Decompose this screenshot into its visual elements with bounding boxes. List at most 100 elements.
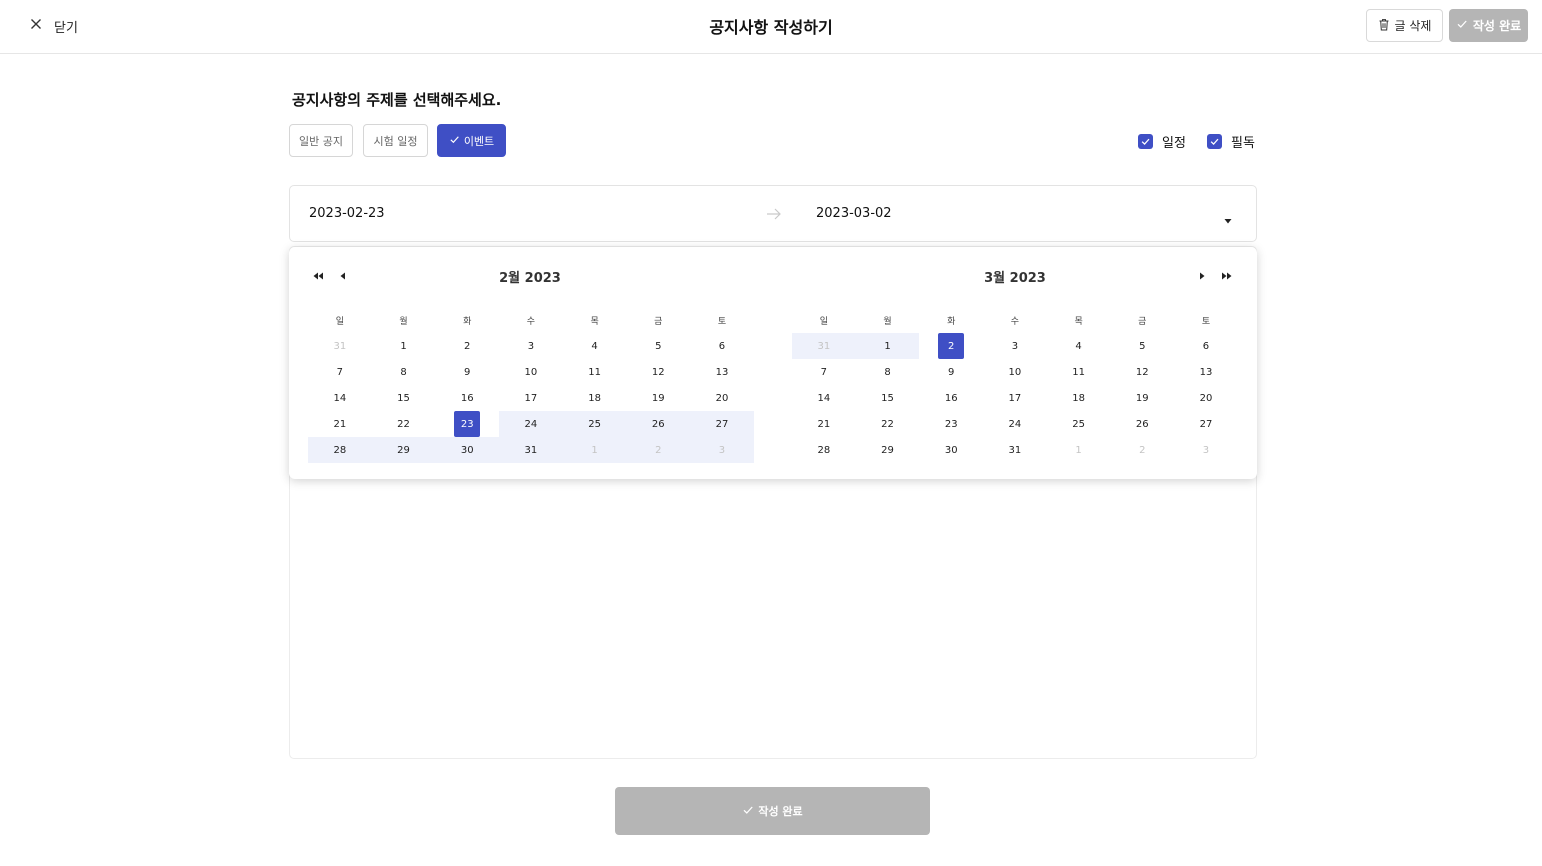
calendar-day[interactable]: 2: [1110, 437, 1174, 463]
weekday-label: 목: [1074, 316, 1083, 327]
end-date-input[interactable]: 2023-03-02: [816, 206, 892, 221]
next-year-button[interactable]: [1219, 267, 1235, 283]
calendar-day[interactable]: 17: [499, 385, 563, 411]
calendar-day[interactable]: 28: [308, 437, 372, 463]
calendar-day[interactable]: 25: [1047, 411, 1111, 437]
week-row: 28 29 30 31 1 2 3: [792, 437, 1238, 463]
calendar-day[interactable]: 18: [563, 385, 627, 411]
calendar-day[interactable]: 11: [1047, 359, 1111, 385]
calendar-day[interactable]: 3: [499, 333, 563, 359]
calendar-day[interactable]: 25: [562, 411, 627, 437]
calendar-day[interactable]: 24: [983, 411, 1047, 437]
calendar-day[interactable]: 14: [792, 385, 856, 411]
calendar-day[interactable]: 1: [855, 333, 920, 359]
complete-button-top[interactable]: 작성 완료: [1449, 9, 1528, 42]
calendar-day[interactable]: 16: [435, 385, 499, 411]
calendar-day[interactable]: 4: [1047, 333, 1111, 359]
calendar-day[interactable]: 22: [856, 411, 920, 437]
calendar-day[interactable]: 30: [435, 437, 500, 463]
weekday-label: 월: [883, 316, 892, 327]
checkbox-checked-icon[interactable]: [1138, 134, 1153, 149]
calendar-day-range-start[interactable]: 23: [435, 411, 499, 437]
weekday-label: 일: [335, 316, 344, 327]
calendar-day[interactable]: 16: [919, 385, 983, 411]
calendar-day[interactable]: 28: [792, 437, 856, 463]
caret-down-icon[interactable]: [1223, 210, 1233, 224]
calendar-day[interactable]: 23: [919, 411, 983, 437]
calendar-day[interactable]: 7: [792, 359, 856, 385]
calendar-day[interactable]: 13: [690, 359, 754, 385]
calendar-day[interactable]: 31: [308, 333, 372, 359]
calendar-day[interactable]: 4: [563, 333, 627, 359]
prev-month-button[interactable]: [335, 267, 351, 283]
calendar-day[interactable]: 20: [1174, 385, 1238, 411]
calendar-day[interactable]: 29: [856, 437, 920, 463]
schedule-label: 일정: [1162, 136, 1186, 151]
calendar-day[interactable]: 18: [1047, 385, 1111, 411]
chip-general-notice[interactable]: 일반 공지: [289, 124, 353, 157]
calendar-day[interactable]: 20: [690, 385, 754, 411]
calendar-day[interactable]: 1: [562, 437, 627, 463]
calendar-day[interactable]: 12: [626, 359, 690, 385]
delete-label: 글 삭제: [1394, 19, 1432, 33]
calendar-day[interactable]: 31: [792, 333, 856, 359]
calendar-day[interactable]: 12: [1110, 359, 1174, 385]
calendar-day[interactable]: 5: [626, 333, 690, 359]
chevron-right-icon: [1196, 266, 1208, 285]
calendar-day[interactable]: 10: [983, 359, 1047, 385]
calendar-day[interactable]: 22: [372, 411, 436, 437]
calendar-day[interactable]: 3: [690, 437, 754, 463]
calendar-day[interactable]: 19: [626, 385, 690, 411]
chip-exam-schedule[interactable]: 시험 일정: [363, 124, 428, 157]
calendar-day[interactable]: 7: [308, 359, 372, 385]
calendar-day-range-end[interactable]: 2: [919, 333, 983, 359]
checkbox-checked-icon[interactable]: [1207, 134, 1222, 149]
calendar-day[interactable]: 21: [792, 411, 856, 437]
prev-year-button[interactable]: [310, 267, 326, 283]
required-read-checkbox[interactable]: 필독: [1207, 132, 1255, 151]
calendar-day[interactable]: 6: [690, 333, 754, 359]
chip-event[interactable]: 이벤트: [437, 124, 506, 157]
calendar-day[interactable]: 9: [919, 359, 983, 385]
calendar-day[interactable]: 19: [1110, 385, 1174, 411]
schedule-checkbox[interactable]: 일정: [1138, 132, 1186, 151]
calendar-day[interactable]: 14: [308, 385, 372, 411]
calendar-day[interactable]: 26: [626, 411, 691, 437]
check-icon: [742, 804, 754, 819]
calendar-day[interactable]: 17: [983, 385, 1047, 411]
calendar-day[interactable]: 2: [435, 333, 499, 359]
calendar-day[interactable]: 8: [372, 359, 436, 385]
complete-button-bottom[interactable]: 작성 완료: [615, 787, 930, 835]
week-row: 14 15 16 17 18 19 20: [792, 385, 1238, 411]
calendar-day[interactable]: 11: [563, 359, 627, 385]
delete-post-button[interactable]: 글 삭제: [1366, 9, 1443, 42]
calendar-day[interactable]: 2: [626, 437, 691, 463]
calendar-day[interactable]: 31: [499, 437, 563, 463]
calendar-day[interactable]: 30: [919, 437, 983, 463]
next-month-button[interactable]: [1194, 267, 1210, 283]
calendar-day[interactable]: 10: [499, 359, 563, 385]
calendar-day[interactable]: 8: [856, 359, 920, 385]
calendar-day[interactable]: 9: [435, 359, 499, 385]
calendar-day[interactable]: 27: [1174, 411, 1238, 437]
selected-day-marker[interactable]: 2: [938, 333, 965, 359]
calendar-day[interactable]: 31: [983, 437, 1047, 463]
check-icon: [1456, 18, 1468, 33]
calendar-day[interactable]: 26: [1110, 411, 1174, 437]
calendar-day[interactable]: 15: [856, 385, 920, 411]
calendar-day[interactable]: 13: [1174, 359, 1238, 385]
calendar-day[interactable]: 3: [983, 333, 1047, 359]
calendar-day[interactable]: 1: [372, 333, 436, 359]
calendar-day[interactable]: 3: [1174, 437, 1238, 463]
calendar-day[interactable]: 27: [690, 411, 754, 437]
calendar-day[interactable]: 15: [372, 385, 436, 411]
calendar-day[interactable]: 24: [499, 411, 563, 437]
calendar-day[interactable]: 6: [1174, 333, 1238, 359]
calendar-day[interactable]: 29: [371, 437, 436, 463]
selected-day-marker[interactable]: 23: [454, 411, 481, 437]
calendar-day[interactable]: 5: [1110, 333, 1174, 359]
calendar-day[interactable]: 1: [1047, 437, 1111, 463]
start-date-input[interactable]: 2023-02-23: [309, 206, 385, 221]
date-range-picker[interactable]: 2023-02-23 2023-03-02: [289, 185, 1257, 242]
calendar-day[interactable]: 21: [308, 411, 372, 437]
